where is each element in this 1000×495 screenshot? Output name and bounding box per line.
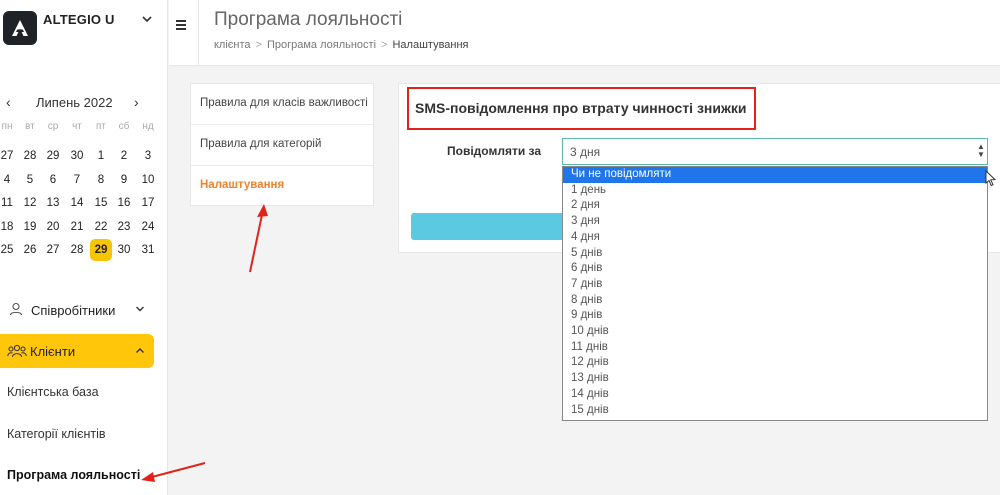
- dropdown-option[interactable]: 4 дня: [563, 230, 987, 246]
- calendar-day[interactable]: 16: [113, 192, 135, 214]
- notify-label: Повідомляти за: [447, 144, 542, 158]
- calendar-day[interactable]: 26: [19, 239, 41, 261]
- calendar-day[interactable]: 25: [0, 239, 18, 261]
- brand-switcher[interactable]: ALTEGIO U: [0, 0, 168, 60]
- calendar-day[interactable]: 20: [42, 216, 64, 238]
- calendar-weekday: вт: [25, 121, 35, 132]
- calendar-day[interactable]: 27: [0, 145, 18, 167]
- menu-item-categories[interactable]: Правила для категорій: [191, 125, 373, 166]
- breadcrumb-separator: >: [381, 39, 388, 51]
- sidebar-item-employees-label: Співробітники: [31, 303, 116, 318]
- sidebar: ALTEGIO U ‹ Липень 2022 › пн вт ср чт пт сб нд…: [0, 0, 168, 495]
- calendar-day[interactable]: 11: [0, 192, 18, 214]
- calendar-day[interactable]: 9: [113, 169, 135, 191]
- dropdown-option[interactable]: 12 днів: [563, 355, 987, 371]
- calendar-prev-button[interactable]: ‹: [6, 94, 11, 110]
- breadcrumb: клієнта > Програма лояльності > Налаштування: [214, 39, 469, 51]
- calendar-day[interactable]: 15: [90, 192, 112, 214]
- calendar-day[interactable]: 7: [66, 169, 88, 191]
- calendar-day[interactable]: 18: [0, 216, 18, 238]
- page-title: Програма лояльності: [214, 9, 403, 30]
- chevron-down-icon[interactable]: [141, 13, 153, 25]
- sidebar-item-clients[interactable]: Клієнти: [0, 334, 154, 368]
- calendar-weekday: пн: [1, 121, 13, 132]
- dropdown-option[interactable]: 6 днів: [563, 261, 987, 277]
- menu-item-settings[interactable]: Налаштування: [191, 166, 373, 207]
- sidebar-item-employees[interactable]: Співробітники: [0, 294, 168, 326]
- calendar-day[interactable]: 6: [42, 169, 64, 191]
- notify-dropdown-list: Чи не повідомляти 1 день 2 дня 3 дня 4 дня 5 …: [562, 166, 988, 421]
- dropdown-option[interactable]: 7 днів: [563, 277, 987, 293]
- chevron-up-icon: [136, 348, 144, 353]
- calendar-day[interactable]: 21: [66, 216, 88, 238]
- dropdown-option[interactable]: 13 днів: [563, 371, 987, 387]
- calendar-day[interactable]: 28: [66, 239, 88, 261]
- calendar-day[interactable]: 31: [137, 239, 159, 261]
- calendar-day[interactable]: 24: [137, 216, 159, 238]
- header-divider: [198, 0, 199, 66]
- calendar-day[interactable]: 2: [113, 145, 135, 167]
- dropdown-option[interactable]: 2 дня: [563, 198, 987, 214]
- calendar-weekday: нд: [142, 121, 154, 132]
- calendar-day[interactable]: 19: [19, 216, 41, 238]
- dropdown-option[interactable]: 10 днів: [563, 324, 987, 340]
- annotation-arrow-menu: [249, 204, 268, 273]
- dropdown-option[interactable]: 15 днів: [563, 403, 987, 419]
- sidebar-subitem-client-base[interactable]: Клієнтська база: [7, 385, 99, 399]
- dropdown-option[interactable]: 14 днів: [563, 387, 987, 403]
- calendar-day[interactable]: 13: [42, 192, 64, 214]
- calendar-day[interactable]: 10: [137, 169, 159, 191]
- altegio-logo-icon: [3, 11, 37, 45]
- dropdown-option[interactable]: 5 днів: [563, 246, 987, 262]
- calendar-month-title: Липень 2022: [36, 95, 113, 110]
- calendar-day[interactable]: 29: [90, 239, 112, 261]
- dropdown-option[interactable]: 11 днів: [563, 340, 987, 356]
- calendar-weekday: сб: [118, 121, 130, 132]
- save-button[interactable]: [411, 213, 565, 240]
- dropdown-option[interactable]: Чи не повідомляти: [563, 167, 987, 183]
- calendar-day[interactable]: 4: [0, 169, 18, 191]
- breadcrumb-item[interactable]: Програма лояльності: [267, 39, 376, 51]
- user-icon: [9, 302, 23, 316]
- calendar-header: ‹ Липень 2022 ›: [0, 90, 168, 114]
- breadcrumb-item[interactable]: клієнта: [214, 39, 251, 51]
- calendar-weekday: ср: [47, 121, 59, 132]
- menu-icon[interactable]: [176, 20, 188, 32]
- sidebar-item-clients-label: Клієнти: [30, 344, 76, 359]
- calendar-day[interactable]: 17: [137, 192, 159, 214]
- dropdown-option[interactable]: 9 днів: [563, 308, 987, 324]
- sidebar-subitem-client-categories[interactable]: Категорії клієнтів: [7, 427, 106, 441]
- select-arrows-icon: ▲ ▼: [977, 142, 985, 159]
- chevron-down-icon: [136, 306, 144, 312]
- breadcrumb-separator: >: [255, 39, 262, 51]
- calendar-day[interactable]: 27: [42, 239, 64, 261]
- calendar-day[interactable]: 22: [90, 216, 112, 238]
- mouse-cursor-icon: [985, 170, 997, 187]
- calendar-day[interactable]: 14: [66, 192, 88, 214]
- calendar-next-button[interactable]: ›: [134, 94, 139, 110]
- calendar-day[interactable]: 1: [90, 145, 112, 167]
- calendar-weekday: пт: [96, 121, 106, 132]
- notify-select[interactable]: 3 дня: [562, 138, 988, 165]
- calendar-day[interactable]: 8: [90, 169, 112, 191]
- calendar-day[interactable]: 12: [19, 192, 41, 214]
- calendar-day[interactable]: 30: [113, 239, 135, 261]
- calendar-day[interactable]: 30: [66, 145, 88, 167]
- calendar-day[interactable]: 5: [19, 169, 41, 191]
- dropdown-option[interactable]: 8 днів: [563, 293, 987, 309]
- dropdown-option[interactable]: 3 дня: [563, 214, 987, 230]
- settings-menu: Правила для класів важливості Правила дл…: [190, 83, 374, 206]
- calendar-weekday: чт: [72, 121, 82, 132]
- breadcrumb-current: Налаштування: [392, 39, 469, 51]
- section-title: SMS-повідомлення про втрату чинності зни…: [407, 87, 756, 130]
- calendar-day[interactable]: 29: [42, 145, 64, 167]
- users-icon: [7, 344, 27, 358]
- calendar-day[interactable]: 28: [19, 145, 41, 167]
- dropdown-option[interactable]: 1 день: [563, 183, 987, 199]
- menu-item-importance-classes[interactable]: Правила для класів важливості: [191, 84, 373, 125]
- calendar-day[interactable]: 3: [137, 145, 159, 167]
- sidebar-subitem-loyalty-program[interactable]: Програма лояльності: [7, 468, 140, 482]
- calendar-day[interactable]: 23: [113, 216, 135, 238]
- brand-name: ALTEGIO U: [43, 12, 115, 27]
